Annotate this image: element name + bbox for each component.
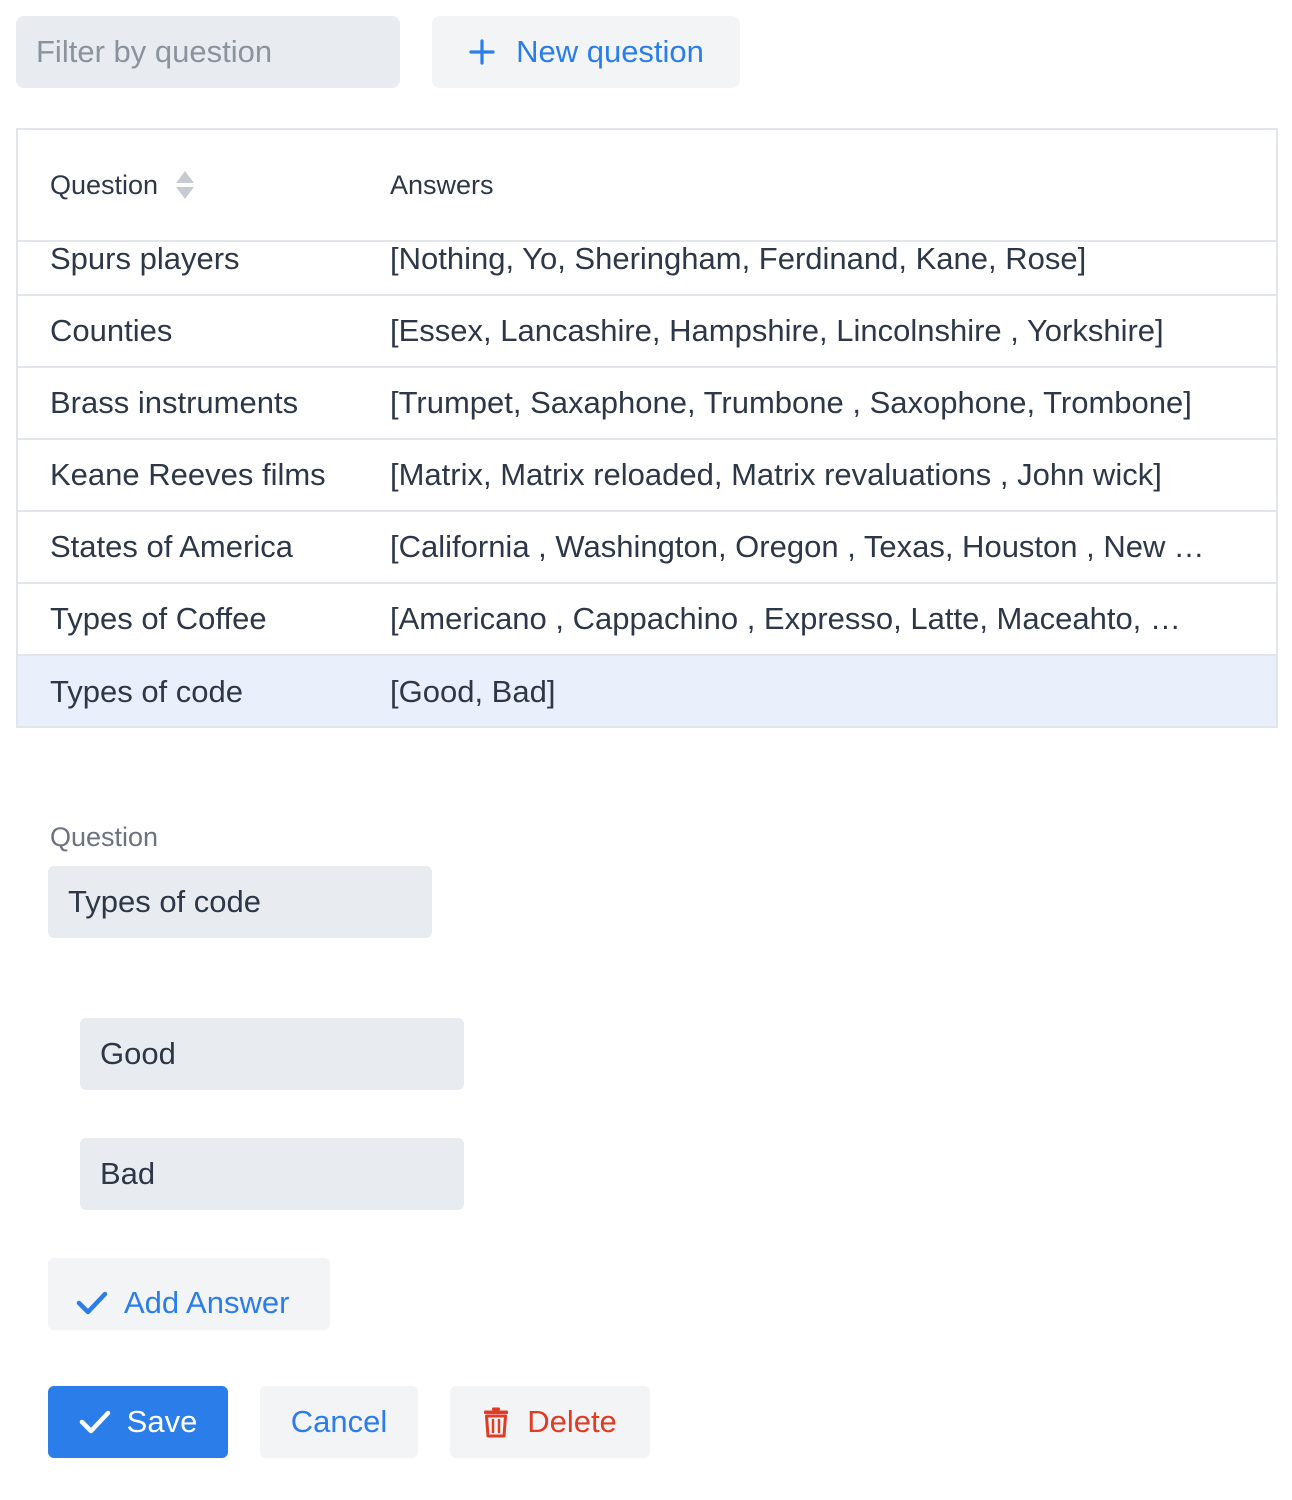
new-question-button[interactable]: New question [432,16,740,88]
check-icon [79,1409,111,1435]
add-answer-label: Add Answer [124,1285,290,1320]
new-question-label: New question [516,34,704,69]
plus-icon [468,38,496,66]
cell-question: Keane Reeves films [50,457,326,492]
cell-question: States of America [50,529,293,564]
delete-label: Delete [527,1404,617,1439]
table-row[interactable]: Types of Coffee [Americano , Cappachino … [18,584,1276,656]
column-header-answers: Answers [390,169,494,200]
table-header: Question Answers [18,130,1276,242]
cell-question: Types of Coffee [50,601,267,636]
cell-question: Spurs players [50,242,240,276]
cancel-label: Cancel [290,1404,388,1439]
questions-table: Question Answers Spurs players [Nothing,… [16,128,1278,728]
table-row[interactable]: Keane Reeves films [Matrix, Matrix reloa… [18,440,1276,512]
cancel-button[interactable]: Cancel [260,1386,418,1458]
filter-input[interactable] [16,16,400,88]
cell-question: Types of code [50,674,244,709]
cell-answers: [Trumpet, Saxaphone, Trumbone , Saxophon… [390,385,1192,420]
question-field[interactable] [48,866,432,938]
add-answer-button[interactable]: Add Answer [48,1258,330,1330]
table-body: Spurs players [Nothing, Yo, Sheringham, … [18,242,1276,726]
question-editor-page: New question Question Answers Spurs play… [0,0,1292,1500]
cell-answers: [Nothing, Yo, Sheringham, Ferdinand, Kan… [390,242,1087,276]
cell-answers: [Essex, Lancashire, Hampshire, Lincolnsh… [390,313,1164,348]
answer-field[interactable] [80,1018,464,1090]
cell-answers: [Americano , Cappachino , Expresso, Latt… [390,601,1206,636]
cell-answers: [Good, Bad] [390,674,556,709]
sort-icon[interactable] [174,170,196,200]
save-button[interactable]: Save [48,1386,228,1458]
table-row-selected[interactable]: Types of code [Good, Bad] [18,656,1276,726]
table-row[interactable]: Spurs players [Nothing, Yo, Sheringham, … [18,242,1276,296]
check-icon [76,1290,108,1316]
cell-answers: [Matrix, Matrix reloaded, Matrix revalua… [390,457,1162,492]
cell-question: Brass instruments [50,385,299,420]
cell-question: Counties [50,313,173,348]
column-header-question[interactable]: Question [18,170,388,201]
save-label: Save [126,1404,198,1439]
cell-answers: [California , Washington, Oregon , Texas… [390,529,1206,564]
delete-button[interactable]: Delete [450,1386,650,1458]
table-row[interactable]: Brass instruments [Trumpet, Saxaphone, T… [18,368,1276,440]
question-field-label: Question [50,822,159,852]
table-row[interactable]: States of America [California , Washingt… [18,512,1276,584]
answer-field[interactable] [80,1138,464,1210]
table-row[interactable]: Counties [Essex, Lancashire, Hampshire, … [18,296,1276,368]
trash-icon [483,1406,509,1438]
column-header-question-label: Question [50,169,159,200]
